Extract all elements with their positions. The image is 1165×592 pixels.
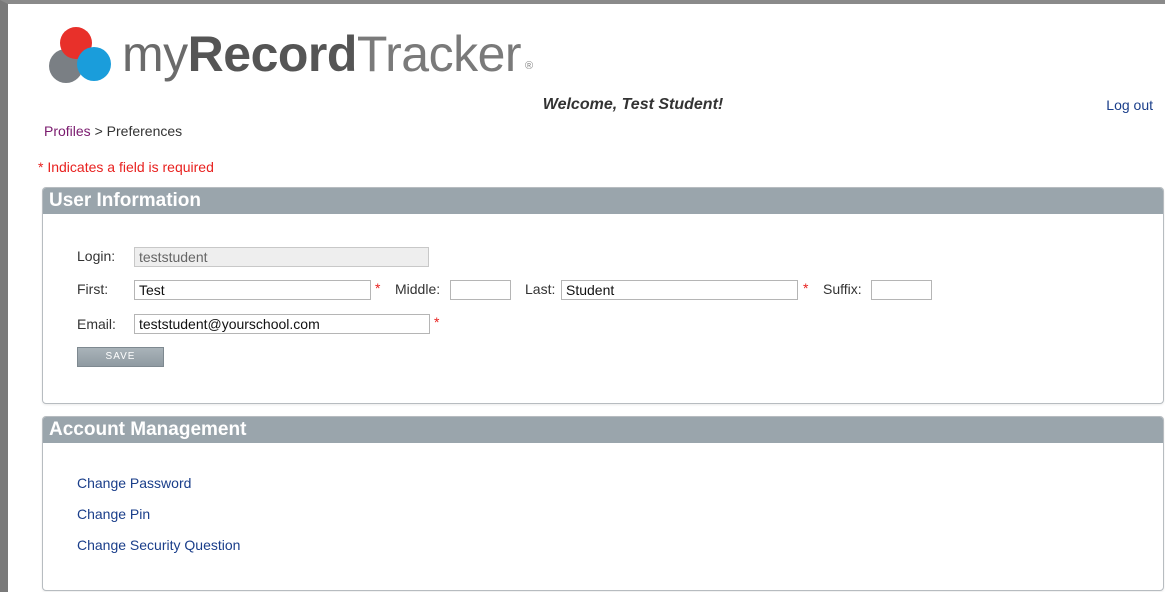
suffix-input[interactable] [871,280,932,300]
page-frame: myRecordTracker ® Welcome, Test Student! … [0,0,1165,592]
change-pin-link[interactable]: Change Pin [77,506,150,522]
logo-circles-icon [49,27,111,83]
breadcrumb-separator: > [90,123,107,139]
brand-wordmark: myRecordTracker ® [122,24,533,84]
breadcrumb-current: Preferences [106,123,183,139]
login-input [134,247,429,267]
last-label: Last: [525,281,556,297]
logout-link[interactable]: Log out [1106,97,1153,113]
account-management-panel: Account Management Change Password Chang… [42,416,1164,591]
breadcrumb-profiles-link[interactable]: Profiles [44,123,91,139]
account-management-title: Account Management [43,417,1163,443]
email-input[interactable] [134,314,430,334]
change-password-link[interactable]: Change Password [77,475,191,491]
middle-label: Middle: [395,281,441,297]
email-label: Email: [77,316,116,332]
last-required-mark: * [803,280,809,296]
suffix-label: Suffix: [823,281,862,297]
email-required-mark: * [434,314,440,330]
welcome-message: Welcome, Test Student! [542,96,724,113]
save-button[interactable]: SAVE [77,347,164,367]
change-security-question-link[interactable]: Change Security Question [77,537,240,553]
breadcrumb: Profiles > Preferences [44,123,182,139]
brand-prefix: my [122,26,188,82]
first-label: First: [77,281,109,297]
middle-name-input[interactable] [450,280,511,300]
first-name-input[interactable] [134,280,371,300]
registered-mark: ® [525,60,533,72]
brand-bold: Record [187,26,358,82]
user-information-title: User Information [43,188,1163,214]
brand-logo: myRecordTracker ® [44,20,533,88]
required-note: * Indicates a field is required [38,159,214,175]
login-label: Login: [77,248,116,264]
first-required-mark: * [375,280,381,296]
user-information-panel: User Information Login: First: * Middle:… [42,187,1164,404]
brand-suffix: Tracker [356,26,522,82]
last-name-input[interactable] [561,280,798,300]
